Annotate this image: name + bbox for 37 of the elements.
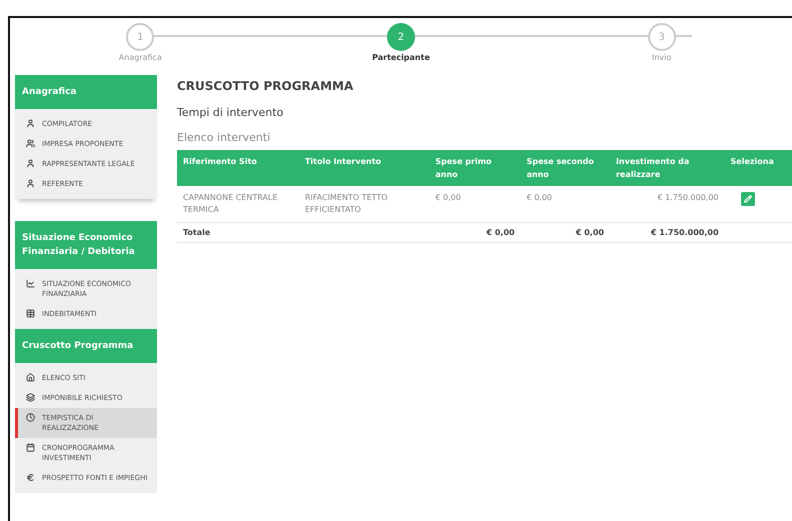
section-header: Situazione Economico Finanziaria / Debitoria (15, 221, 157, 269)
chart-icon (26, 279, 35, 288)
table-cell: € 0,00 (429, 186, 521, 222)
home-icon (26, 373, 35, 382)
table-cell: CAPANNONE CENTRALE TERMICA (177, 186, 299, 222)
section-title: Tempi di intervento (177, 106, 284, 119)
step-label: Invio (652, 53, 672, 62)
total-cell: € 1.750.000,00 (610, 222, 725, 242)
clock-icon (26, 413, 35, 422)
total-cell: € 0,00 (520, 222, 610, 242)
total-cell: € 0,00 (429, 222, 521, 242)
users-icon (26, 139, 35, 148)
total-label: Totale (177, 222, 299, 242)
column-header: Spese primo anno (429, 150, 521, 186)
table-icon (26, 309, 35, 318)
user-icon (26, 159, 35, 168)
column-header: Riferimento Sito (177, 150, 299, 186)
pencil-icon (744, 195, 752, 203)
step-label: Partecipante (372, 53, 430, 62)
page-title: CRUSCOTTO PROGRAMMA (177, 79, 354, 93)
table-cell: € 1.750.000,00 (610, 186, 725, 222)
section-header: Cruscotto Programma (15, 329, 157, 363)
user-icon (26, 179, 35, 188)
column-header: Seleziona (724, 150, 792, 186)
column-header: Spese secondo anno (520, 150, 610, 186)
stack-icon (26, 393, 35, 402)
column-header: Investimento da realizzare (610, 150, 725, 186)
table-title: Elenco interventi (177, 131, 272, 144)
euro-icon (26, 473, 35, 482)
step-label: Anagrafica (118, 53, 162, 62)
calendar-icon (26, 443, 35, 452)
user-icon (26, 119, 35, 128)
table-cell: RIFACIMENTO TETTO EFFICIENTATO (298, 186, 430, 222)
edit-button[interactable] (740, 192, 755, 206)
table-cell: € 0,00 (520, 186, 610, 222)
column-header: Titolo Intervento (298, 150, 430, 186)
section-header: Anagrafica (15, 75, 157, 109)
